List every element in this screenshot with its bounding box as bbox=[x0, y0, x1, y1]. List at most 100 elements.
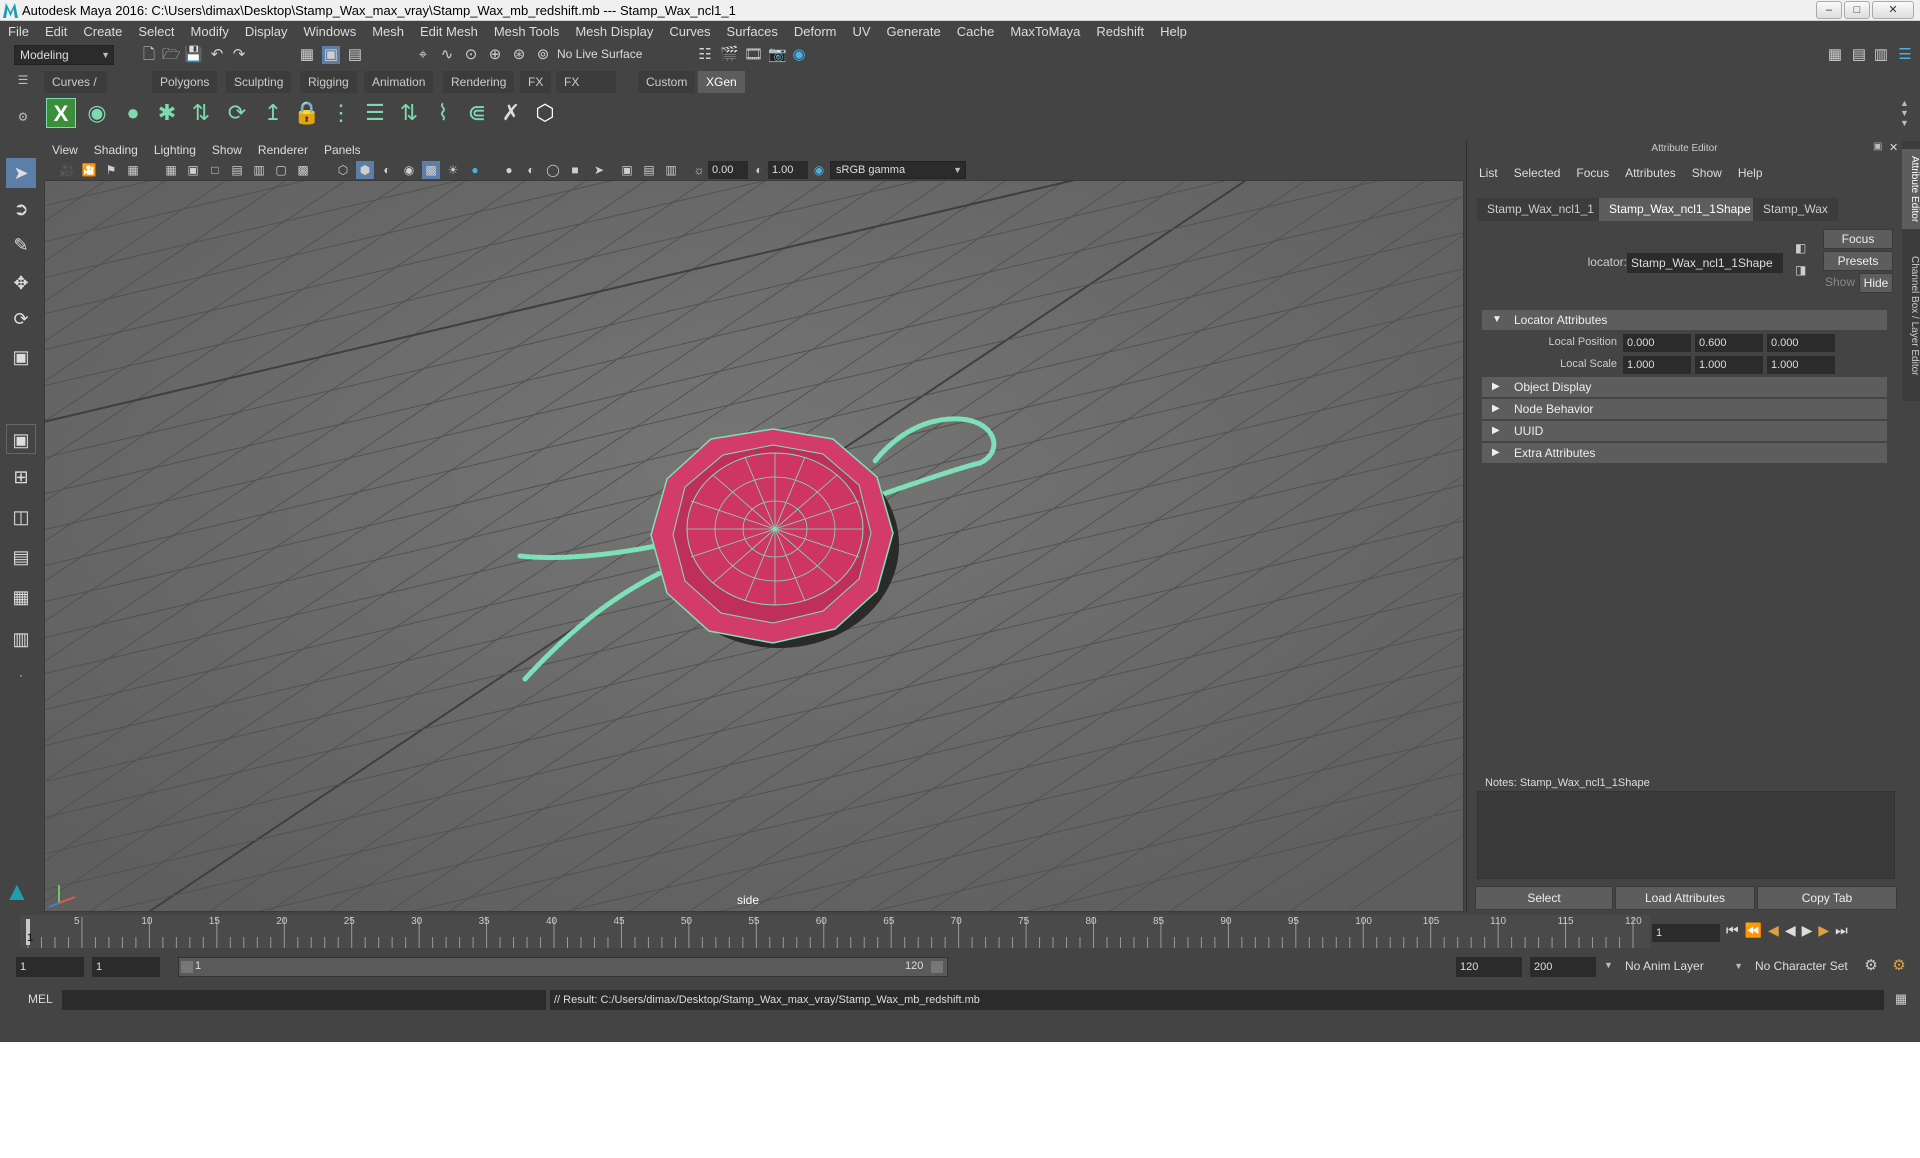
wireframe-icon[interactable]: ⬡ bbox=[334, 161, 352, 179]
local-scale-y-field[interactable]: 1.000 bbox=[1695, 356, 1763, 374]
panel-menu-show[interactable]: Show bbox=[204, 141, 250, 160]
layout-single-icon[interactable]: ▣ bbox=[6, 424, 36, 454]
channel-box-icon[interactable]: ☰ bbox=[1896, 46, 1914, 64]
ae-menu-focus[interactable]: Focus bbox=[1568, 166, 1617, 180]
shelf-tab-rendering[interactable]: Rendering bbox=[443, 71, 515, 93]
shelf-scroll-icon[interactable]: ▲ ▼ ▼ bbox=[1900, 98, 1909, 128]
close-panel-icon[interactable]: ✕ bbox=[1889, 141, 1898, 154]
section-uuid[interactable]: ▶ UUID bbox=[1482, 421, 1887, 441]
bookmark-icon[interactable]: ⚑ bbox=[102, 161, 120, 179]
step-back-key-icon[interactable]: ⏪ bbox=[1745, 922, 1768, 938]
ae-tab-transform[interactable]: Stamp_Wax_ncl1_1 bbox=[1477, 198, 1604, 221]
menu-mesh-display[interactable]: Mesh Display bbox=[567, 21, 661, 42]
modeling-toolkit-icon[interactable]: ▦ bbox=[1826, 46, 1844, 64]
ae-tab-shape[interactable]: Stamp_Wax_ncl1_1Shape bbox=[1599, 198, 1761, 221]
menu-uv[interactable]: UV bbox=[844, 21, 878, 42]
anim-layer-selector[interactable]: No Anim Layer ▼ bbox=[1620, 957, 1746, 977]
safe-action-icon[interactable]: ▢ bbox=[272, 161, 290, 179]
paint-select-icon[interactable]: ✎ bbox=[6, 230, 36, 260]
load-attributes-button[interactable]: Load Attributes bbox=[1615, 886, 1755, 910]
tool-more-icon[interactable]: · bbox=[6, 660, 36, 690]
float-panel-icon[interactable]: ▣ bbox=[1873, 141, 1882, 152]
panel-menu-lighting[interactable]: Lighting bbox=[146, 141, 204, 160]
panel-menu-view[interactable]: View bbox=[44, 141, 86, 160]
lights-icon[interactable]: ☀ bbox=[444, 161, 462, 179]
xray-icon[interactable]: ▩ bbox=[422, 161, 440, 179]
motion-blur-icon[interactable]: ◐ bbox=[522, 161, 540, 179]
grid-toggle-icon[interactable]: ▦ bbox=[162, 161, 180, 179]
menu-edit-mesh[interactable]: Edit Mesh bbox=[412, 21, 486, 42]
shelf-tab-fx-caching[interactable]: FX Caching bbox=[556, 71, 617, 111]
scene-canvas[interactable] bbox=[45, 181, 1464, 912]
menu-generate[interactable]: Generate bbox=[879, 21, 949, 42]
menu-select[interactable]: Select bbox=[130, 21, 182, 42]
shadows-icon[interactable]: ● bbox=[466, 161, 484, 179]
minimize-button[interactable]: – bbox=[1816, 1, 1842, 19]
playback-start-field[interactable]: 1 bbox=[92, 957, 160, 977]
menu-mesh-tools[interactable]: Mesh Tools bbox=[486, 21, 568, 42]
attribute-editor-toggle-icon[interactable]: ▤ bbox=[1850, 46, 1868, 64]
shelf-tab-curves-surfaces[interactable]: Curves / Surfaces bbox=[44, 71, 108, 111]
side-tab-channel-box[interactable]: Channel Box / Layer Editor bbox=[1902, 241, 1920, 391]
backface-icon[interactable]: ▥ bbox=[662, 161, 680, 179]
presets-button[interactable]: Presets bbox=[1823, 251, 1893, 271]
go-to-end-icon[interactable]: ⏭ bbox=[1835, 922, 1854, 938]
antialias-icon[interactable]: ◯ bbox=[544, 161, 562, 179]
range-end-handle[interactable] bbox=[931, 961, 943, 973]
xray-joints-icon[interactable]: ▣ bbox=[618, 161, 636, 179]
exposure-icon[interactable]: ☼ bbox=[690, 161, 708, 179]
panel-menu-panels[interactable]: Panels bbox=[316, 141, 369, 160]
smooth-shade-icon[interactable]: ⬢ bbox=[356, 161, 374, 179]
groom-icon[interactable]: ⌇ bbox=[428, 98, 458, 128]
rebuild-guides-icon[interactable]: ↥ bbox=[258, 98, 288, 128]
auto-key-icon[interactable]: ⚙ bbox=[1862, 957, 1880, 975]
panel-menu-shading[interactable]: Shading bbox=[86, 141, 146, 160]
layout-graph-icon[interactable]: ▦ bbox=[6, 582, 36, 612]
ae-menu-selected[interactable]: Selected bbox=[1506, 166, 1569, 180]
character-set-selector[interactable]: No Character Set bbox=[1750, 957, 1862, 977]
lock-guides-icon[interactable]: 🔒 bbox=[292, 98, 322, 128]
play-forward-icon[interactable]: ▶ bbox=[1802, 922, 1819, 938]
render-settings-icon[interactable]: ☷ bbox=[696, 46, 714, 64]
viewport-side[interactable]: side bbox=[44, 180, 1464, 912]
live-surface-field[interactable]: No Live Surface bbox=[552, 45, 658, 65]
maya-home-icon[interactable]: ▲ bbox=[4, 876, 38, 906]
hide-button[interactable]: Hide bbox=[1859, 273, 1893, 293]
side-tab-attribute-editor[interactable]: Attribute Editor bbox=[1902, 149, 1920, 229]
current-frame-field[interactable]: 1 bbox=[1652, 924, 1720, 942]
snap-center-icon[interactable]: ⊛ bbox=[510, 46, 528, 64]
render-frame-icon[interactable]: 🎬 bbox=[720, 46, 739, 64]
focus-button[interactable]: Focus bbox=[1823, 229, 1893, 249]
local-scale-x-field[interactable]: 1.000 bbox=[1623, 356, 1691, 374]
layout-two-icon[interactable]: ◫ bbox=[6, 502, 36, 532]
mode-selector[interactable]: Modeling ▼ bbox=[14, 45, 114, 65]
textured-icon[interactable]: ◉ bbox=[400, 161, 418, 179]
step-forward-frame-icon[interactable]: ▶ bbox=[1818, 922, 1835, 938]
menu-mesh[interactable]: Mesh bbox=[364, 21, 412, 42]
menu-display[interactable]: Display bbox=[237, 21, 296, 42]
menu-file[interactable]: File bbox=[0, 21, 37, 42]
safe-title-icon[interactable]: ▩ bbox=[294, 161, 312, 179]
open-scene-icon[interactable]: 🗁 bbox=[162, 46, 181, 64]
guide-layers-icon[interactable]: ☰ bbox=[360, 98, 390, 128]
menu-edit[interactable]: Edit bbox=[37, 21, 75, 42]
range-start-handle[interactable] bbox=[181, 961, 193, 973]
animation-prefs-icon[interactable]: ⚙ bbox=[1890, 957, 1908, 975]
local-scale-z-field[interactable]: 1.000 bbox=[1767, 356, 1835, 374]
range-slider[interactable]: 1 120 bbox=[178, 957, 948, 977]
show-button[interactable]: Show bbox=[1825, 275, 1855, 289]
shelf-tab-rigging[interactable]: Rigging bbox=[300, 71, 357, 93]
gamma-icon[interactable]: ◐ bbox=[750, 161, 768, 179]
section-locator-attributes[interactable]: ▼ Locator Attributes bbox=[1482, 310, 1887, 330]
snap-point-icon[interactable]: ⊙ bbox=[462, 46, 480, 64]
menu-modify[interactable]: Modify bbox=[183, 21, 237, 42]
new-scene-icon[interactable]: 🗋 bbox=[140, 46, 158, 64]
hypershade-icon[interactable]: ◉ bbox=[790, 46, 808, 64]
view-transform-selector[interactable]: sRGB gamma ▼ bbox=[830, 161, 966, 179]
ipr-render-icon[interactable]: 🎞 bbox=[744, 46, 763, 64]
ae-menu-list[interactable]: List bbox=[1471, 166, 1506, 180]
wireframe-on-shaded-icon[interactable]: ◐ bbox=[378, 161, 396, 179]
depth-of-field-icon[interactable]: ■ bbox=[566, 161, 584, 179]
xgen-editor-icon[interactable]: X bbox=[46, 98, 76, 128]
section-node-behavior[interactable]: ▶ Node Behavior bbox=[1482, 399, 1887, 419]
